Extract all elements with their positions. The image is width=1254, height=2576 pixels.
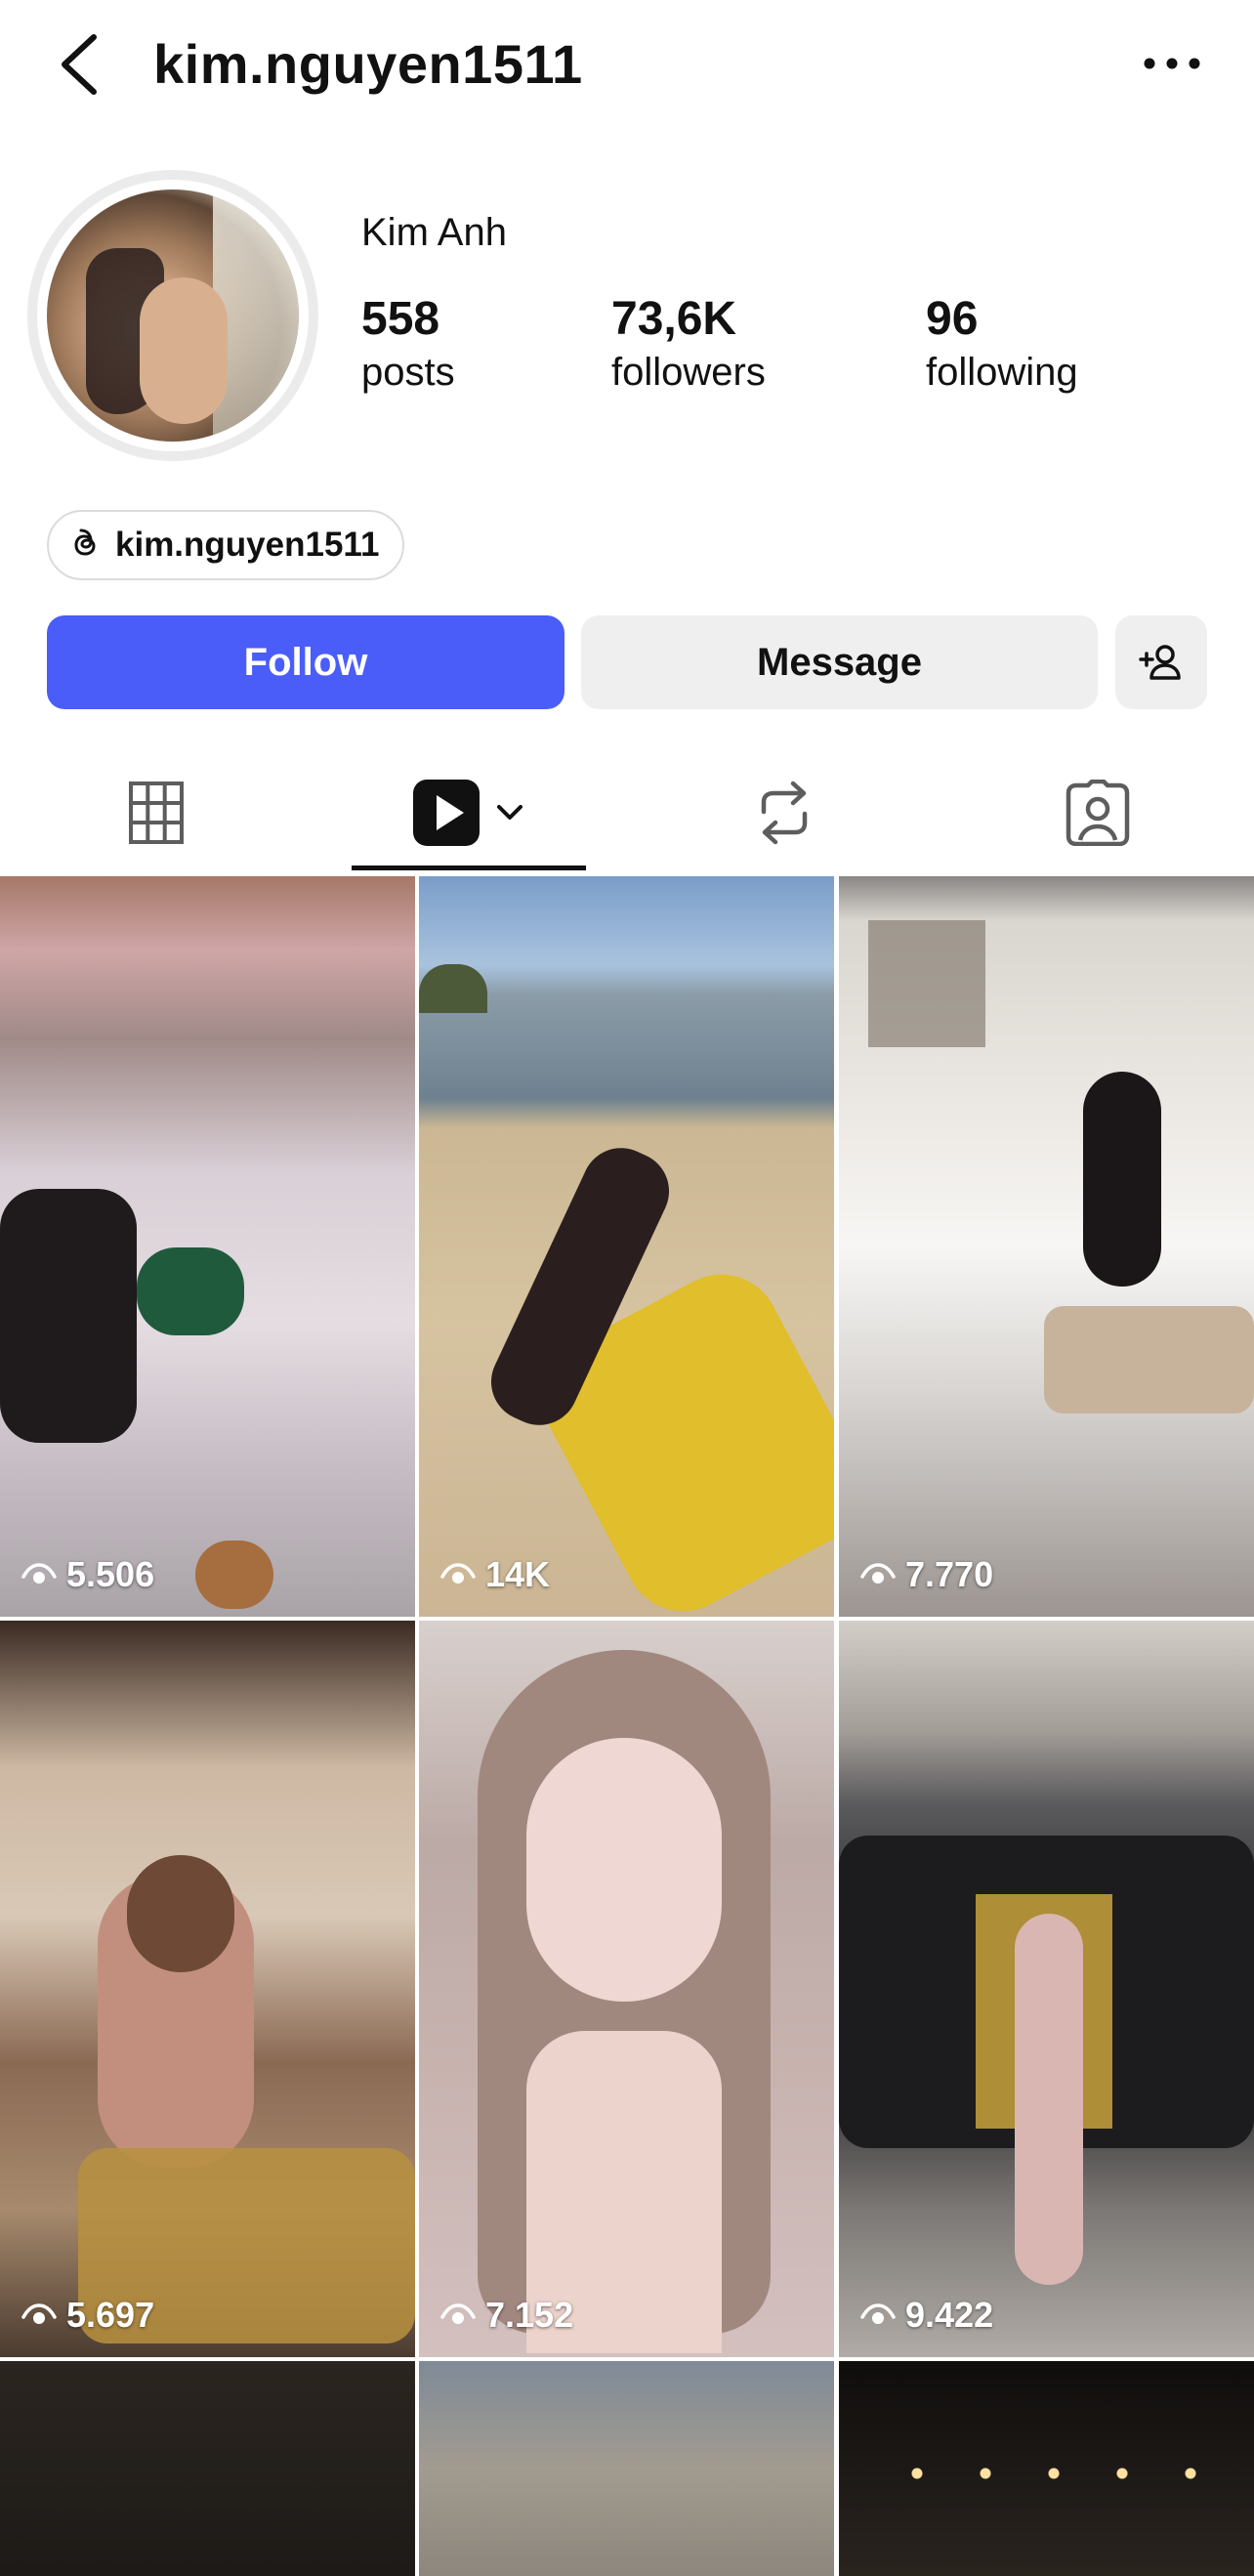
display-name: Kim Anh [361, 211, 507, 254]
following-stat[interactable]: 96 following [926, 291, 1078, 397]
followers-count: 73,6K [611, 293, 737, 345]
posts-stat[interactable]: 558 posts [361, 291, 455, 397]
tab-reposts[interactable] [687, 752, 882, 873]
followers-label: followers [611, 351, 766, 394]
reel-thumbnail[interactable]: 14K [419, 876, 834, 1617]
following-label: following [926, 351, 1078, 394]
reel-thumbnail[interactable] [419, 2361, 834, 2576]
threads-handle: kim.nguyen1511 [115, 526, 380, 564]
more-dots-icon [1144, 58, 1200, 69]
view-count: 9.422 [860, 2295, 993, 2336]
threads-link[interactable]: kim.nguyen1511 [47, 510, 405, 580]
reel-thumbnail[interactable] [839, 2361, 1254, 2576]
tagged-person-icon [1066, 780, 1130, 846]
reel-thumbnail[interactable]: 5.506 [0, 876, 415, 1617]
view-count-label: 7.770 [905, 1554, 994, 1594]
profile-tabs [0, 752, 1254, 873]
reel-thumbnail[interactable] [0, 2361, 415, 2576]
eye-icon [440, 2303, 476, 2324]
chevron-left-icon [62, 34, 97, 95]
reel-thumbnail[interactable]: 7.152 [419, 1621, 834, 2357]
suggested-users-button[interactable] [1115, 615, 1207, 709]
reel-thumbnail[interactable]: 9.422 [839, 1621, 1254, 2357]
reel-thumbnail[interactable]: 7.770 [839, 876, 1254, 1617]
eye-icon [21, 1563, 57, 1584]
more-options-button[interactable] [1138, 39, 1206, 88]
view-count: 7.770 [860, 1554, 993, 1595]
view-count: 5.506 [21, 1554, 154, 1595]
threads-icon [74, 528, 96, 556]
add-user-icon [1139, 645, 1181, 680]
follow-button[interactable]: Follow [47, 615, 564, 709]
view-count-label: 9.422 [905, 2295, 994, 2335]
message-button[interactable]: Message [581, 615, 1098, 709]
chevron-down-icon [497, 805, 522, 820]
view-count-label: 5.697 [66, 2295, 155, 2335]
tab-tagged[interactable] [1000, 752, 1195, 873]
repost-icon [761, 781, 808, 845]
eye-icon [860, 1563, 896, 1584]
eye-icon [860, 2303, 896, 2324]
following-count: 96 [926, 293, 979, 345]
avatar[interactable] [47, 190, 299, 442]
back-button[interactable] [49, 29, 107, 98]
eye-icon [21, 2303, 57, 2324]
view-count-label: 14K [485, 1554, 551, 1594]
view-count: 5.697 [21, 2295, 154, 2336]
view-count-label: 7.152 [485, 2295, 574, 2335]
eye-icon [440, 1563, 476, 1584]
reels-icon [413, 780, 480, 846]
tab-posts[interactable] [59, 752, 254, 873]
grid-icon [129, 781, 184, 844]
view-count-label: 5.506 [66, 1554, 155, 1594]
view-count: 7.152 [440, 2295, 573, 2336]
followers-stat[interactable]: 73,6K followers [611, 291, 766, 397]
view-count: 14K [440, 1554, 550, 1595]
posts-count: 558 [361, 293, 440, 345]
posts-label: posts [361, 351, 455, 394]
tab-reels[interactable] [352, 752, 586, 873]
active-tab-indicator [352, 866, 586, 870]
reel-thumbnail[interactable]: 5.697 [0, 1621, 415, 2357]
profile-username: kim.nguyen1511 [153, 33, 583, 95]
